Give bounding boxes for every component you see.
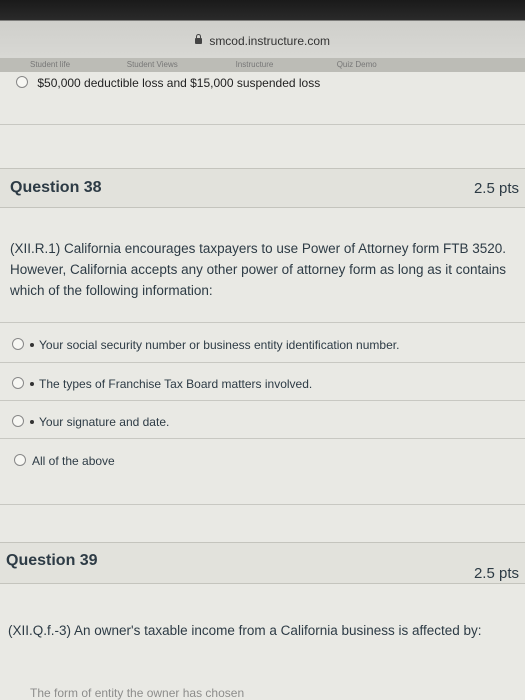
previous-answer-option[interactable]: $50,000 deductible loss and $15,000 susp… [16, 76, 320, 90]
bullet-icon [30, 420, 34, 424]
tab-1[interactable]: Student life [0, 58, 100, 72]
divider [0, 322, 525, 323]
url-text: smcod.instructure.com [209, 34, 331, 48]
answer-option-2[interactable]: The types of Franchise Tax Board matters… [12, 377, 312, 391]
radio-icon[interactable] [12, 377, 24, 389]
question-39-header: Question 39 2.5 pts [0, 542, 525, 584]
answer-option-1-label: Your social security number or business … [39, 338, 400, 352]
answer-option-4[interactable]: All of the above [14, 454, 115, 468]
question-39-text: (XII.Q.f.-3) An owner's taxable income f… [8, 623, 482, 638]
question-38-header: Question 38 2.5 pts [0, 168, 525, 208]
lock-icon [194, 34, 202, 44]
answer-option-4-label: All of the above [32, 454, 115, 468]
question-38-text: (XII.R.1) California encourages taxpayer… [10, 241, 506, 298]
browser-topbar: smcod.instructure.com [0, 0, 525, 58]
answer-option-2-label: The types of Franchise Tax Board matters… [39, 377, 313, 391]
answer-option-3-label: Your signature and date. [39, 415, 170, 429]
radio-icon[interactable] [16, 76, 28, 88]
address-bar[interactable]: smcod.instructure.com [0, 34, 525, 48]
answer-option-3[interactable]: Your signature and date. [12, 415, 169, 429]
question-38-title: Question 38 [10, 179, 102, 196]
radio-icon[interactable] [12, 415, 24, 427]
question-39-points: 2.5 pts [473, 565, 519, 582]
divider [0, 124, 525, 125]
tab-3[interactable]: Instructure [204, 58, 304, 72]
question-38-points: 2.5 pts [473, 180, 519, 197]
divider [0, 504, 525, 505]
tab-strip: Student life Student Views Instructure Q… [0, 58, 525, 72]
tab-4[interactable]: Quiz Demo [307, 58, 407, 72]
answer-option-partial[interactable]: The form of entity the owner has chosen [30, 686, 244, 700]
radio-icon[interactable] [14, 454, 26, 466]
tab-2[interactable]: Student Views [102, 58, 202, 72]
answer-option-1[interactable]: Your social security number or business … [12, 338, 399, 352]
previous-answer-text: $50,000 deductible loss and $15,000 susp… [37, 76, 321, 90]
radio-icon[interactable] [12, 338, 24, 350]
bullet-icon [30, 343, 34, 347]
divider [0, 400, 525, 401]
bullet-icon [30, 382, 34, 386]
question-39-title: Question 39 [6, 552, 98, 569]
divider [0, 438, 525, 439]
divider [0, 362, 525, 363]
